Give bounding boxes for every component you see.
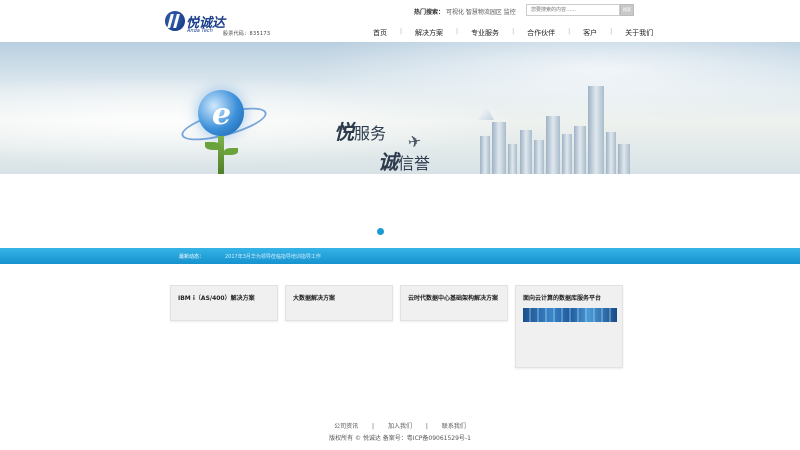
- nav-item-services[interactable]: 专业服务: [458, 28, 512, 40]
- footer-link-join[interactable]: 加入我们: [388, 423, 412, 430]
- footer-copyright: 版权所有 © 悦诚达 备案号：粤ICP备09061529号-1: [329, 435, 471, 442]
- leaf-icon: [205, 142, 221, 150]
- solution-card-cloud-db[interactable]: 面向云计算的数据库服务平台: [515, 285, 623, 368]
- footer-link-contact[interactable]: 联系我们: [442, 423, 466, 430]
- footer-link-news[interactable]: 公司资讯: [334, 423, 358, 430]
- nav-item-customers[interactable]: 客户: [570, 28, 610, 40]
- slogan-service: 悦服务: [334, 120, 387, 144]
- footer-separator: |: [425, 423, 428, 430]
- slogan-credit: 诚信誉: [378, 150, 431, 174]
- footer-separator: |: [372, 423, 375, 430]
- plant-stem: [218, 136, 224, 174]
- logo-mark-icon: [165, 11, 185, 31]
- card-image: [523, 308, 617, 322]
- search-input[interactable]: [526, 4, 620, 16]
- main-nav: 首页 | 解决方案 | 专业服务 | 合作伙伴 | 客户 | 关于我们: [360, 28, 666, 40]
- card-title: 云时代数据中心基础架构解决方案: [408, 295, 499, 302]
- card-title: 大数据解决方案: [293, 295, 336, 302]
- hot-search-terms[interactable]: 可视化 智慧物流园区 监控: [446, 9, 516, 16]
- solution-card-bigdata[interactable]: 大数据解决方案: [285, 285, 393, 321]
- stock-code: 股票代码：835173: [223, 31, 271, 37]
- solution-card-ibm[interactable]: IBM i（AS/400）解决方案: [170, 285, 278, 321]
- globe-letter: e: [212, 97, 232, 132]
- city-skyline: [470, 82, 640, 174]
- hero-banner[interactable]: e 悦服务 诚信誉 ✈: [0, 42, 800, 174]
- logo-english: Anda Tech: [187, 28, 213, 34]
- hot-search-label: 热门搜索：: [414, 9, 445, 16]
- nav-item-home[interactable]: 首页: [360, 28, 400, 40]
- news-bar: 最新动态： 2017年3月华为领导莅临指导培训指导工作: [0, 248, 800, 264]
- site-header: 悦诚达 Anda Tech 股票代码：835173 热门搜索： 可视化 智慧物流…: [0, 0, 800, 42]
- hot-search: 热门搜索： 可视化 智慧物流园区 监控: [414, 7, 516, 16]
- search-button[interactable]: 搜索: [620, 4, 634, 16]
- news-label: 最新动态：: [179, 254, 205, 260]
- leaf-icon: [224, 148, 238, 155]
- footer-links: 公司资讯 | 加入我们 | 联系我们: [0, 421, 800, 430]
- company-logo[interactable]: 悦诚达 Anda Tech 股票代码：835173: [165, 11, 275, 37]
- slider-dot[interactable]: [377, 228, 384, 235]
- nav-item-about[interactable]: 关于我们: [612, 28, 666, 40]
- card-title: 面向云计算的数据库服务平台: [523, 295, 602, 302]
- news-link[interactable]: 2017年3月华为领导莅临指导培训指导工作: [225, 253, 321, 260]
- card-title: IBM i（AS/400）解决方案: [178, 295, 255, 302]
- solution-card-datacenter[interactable]: 云时代数据中心基础架构解决方案: [400, 285, 508, 321]
- nav-item-solutions[interactable]: 解决方案: [402, 28, 456, 40]
- nav-item-partners[interactable]: 合作伙伴: [514, 28, 568, 40]
